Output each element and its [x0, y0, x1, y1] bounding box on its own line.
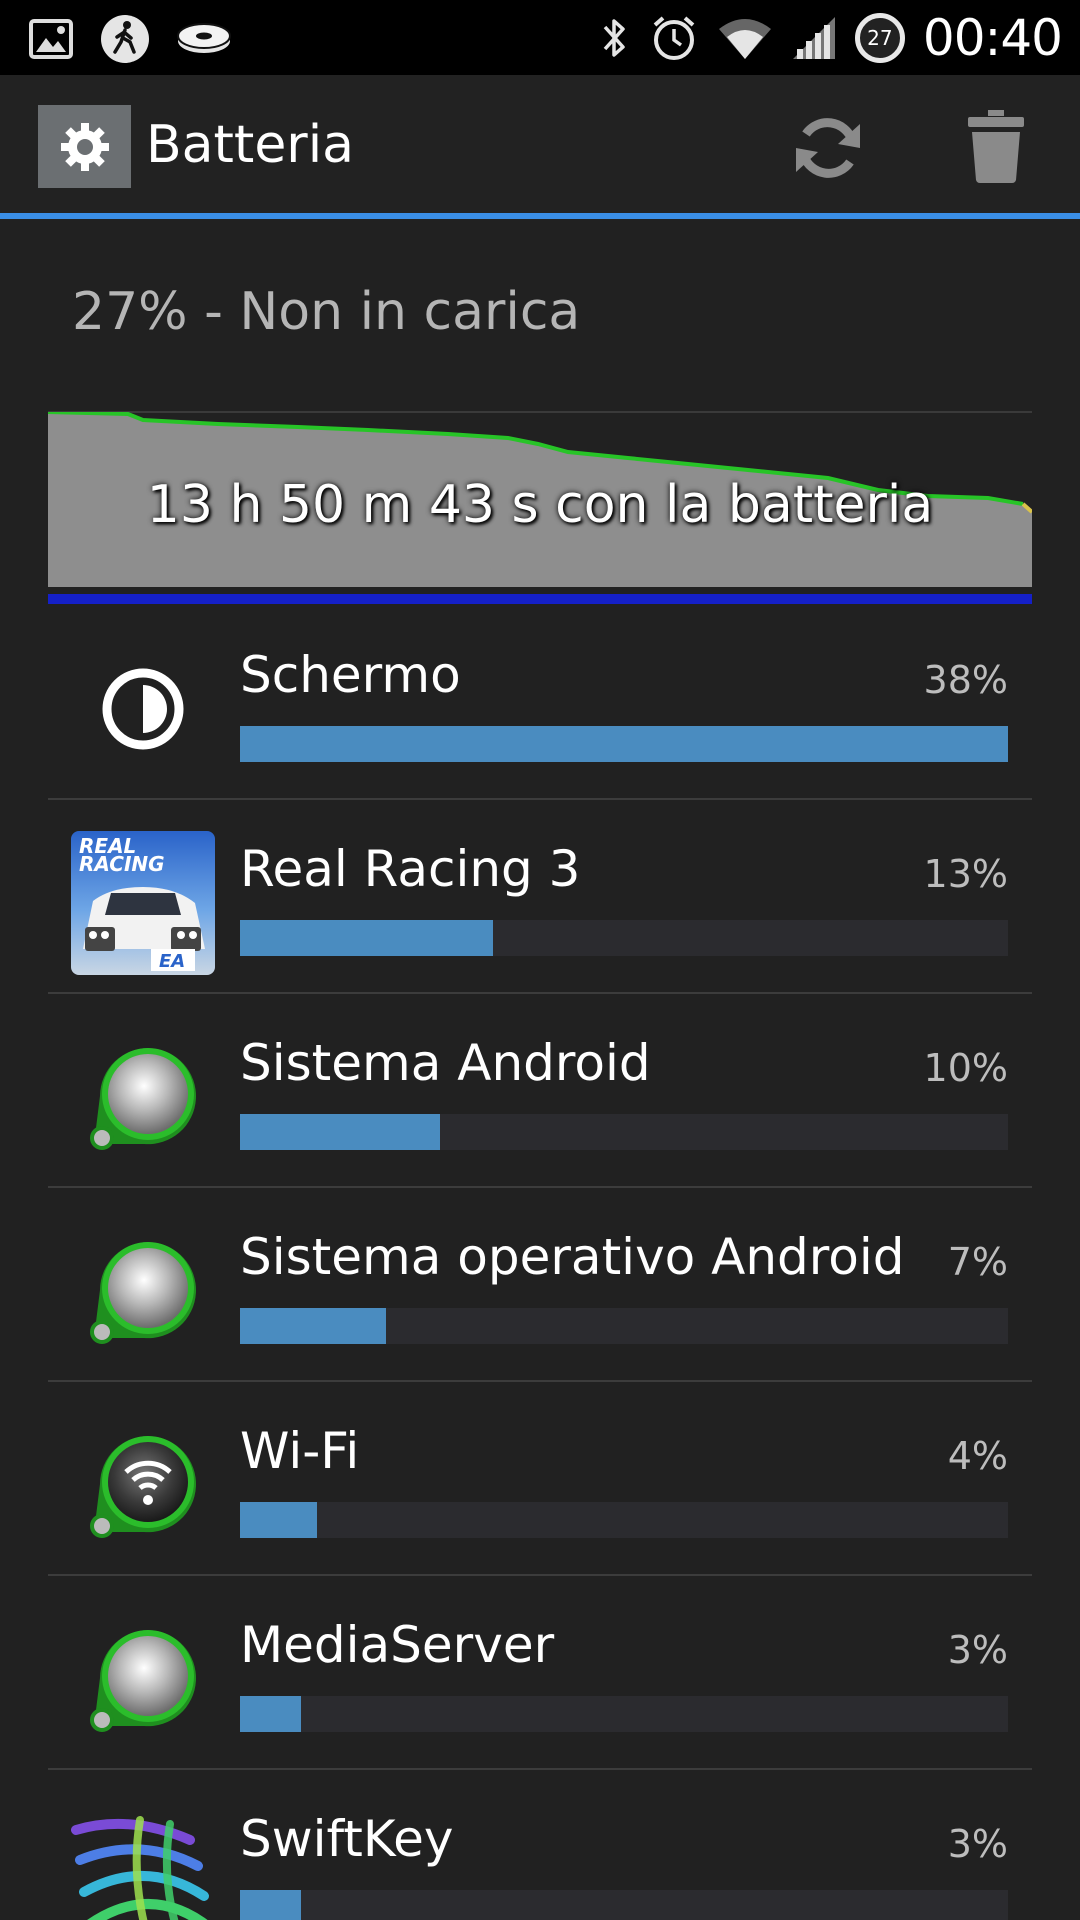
usage-list: Schermo 38% REAL RACING EA Real Racing 3…	[48, 606, 1032, 1920]
action-bar-divider	[0, 213, 1080, 219]
usage-bar-fill	[240, 1502, 317, 1538]
usage-bar-track	[240, 1114, 1008, 1150]
usage-bar-fill	[240, 1114, 440, 1150]
list-item-name: Real Racing 3	[240, 840, 581, 898]
alarm-icon	[653, 16, 695, 60]
battery-circle-icon: 27	[854, 13, 905, 63]
list-item-percent: 3%	[947, 1628, 1008, 1672]
list-item-name: Sistema Android	[240, 1034, 651, 1092]
graph-baseline	[48, 594, 1032, 604]
refresh-icon[interactable]	[790, 110, 866, 186]
usage-bar-fill	[240, 1308, 386, 1344]
list-item-percent: 7%	[947, 1240, 1008, 1284]
list-item-name: Sistema operativo Android	[240, 1228, 905, 1286]
action-bar: Batteria	[0, 75, 1080, 219]
trash-icon[interactable]	[964, 108, 1028, 184]
list-item-percent: 13%	[923, 852, 1008, 896]
list-item-percent: 4%	[947, 1434, 1008, 1478]
graph-duration-label: 13 h 50 m 43 s con la batteria	[146, 475, 934, 535]
ea-badge: EA	[159, 951, 185, 972]
list-item-percent: 38%	[923, 658, 1008, 702]
usage-bar-fill	[240, 726, 1008, 762]
list-item[interactable]: Sistema operativo Android 7%	[48, 1188, 1032, 1382]
list-item[interactable]: MediaServer 3%	[48, 1576, 1032, 1770]
battery-summary: 27% - Non in carica	[72, 282, 581, 342]
real-racing-app-icon: REAL RACING EA	[70, 830, 216, 976]
list-item[interactable]: REAL RACING EA Real Racing 3 13%	[48, 800, 1032, 994]
usage-bar-fill	[240, 1890, 302, 1920]
status-bar-notifications	[28, 14, 232, 64]
disc-icon	[177, 23, 231, 53]
bluetooth-icon	[603, 19, 625, 57]
list-item[interactable]: Sistema Android 10%	[48, 994, 1032, 1188]
usage-bar-track	[240, 726, 1008, 762]
walk-icon	[101, 15, 149, 63]
gallery-icon	[29, 19, 73, 59]
list-item[interactable]: Wi-Fi 4%	[48, 1382, 1032, 1576]
list-item-percent: 3%	[947, 1822, 1008, 1866]
list-item[interactable]: Schermo 38%	[48, 606, 1032, 800]
android-system-icon	[70, 1024, 216, 1170]
page-title: Batteria	[146, 115, 354, 175]
list-item-name: SwiftKey	[240, 1810, 454, 1868]
real-racing-logo-line2: RACING	[79, 852, 165, 876]
usage-bar-fill	[240, 920, 494, 956]
status-bar-system: 27 00:40	[599, 8, 1063, 68]
wifi-app-icon	[70, 1412, 216, 1558]
status-time: 00:40	[922, 9, 1063, 67]
mediaserver-icon	[70, 1606, 216, 1752]
list-item-percent: 10%	[923, 1046, 1008, 1090]
usage-bar-track	[240, 920, 1008, 956]
usage-bar-fill	[240, 1696, 302, 1732]
android-os-icon	[70, 1218, 216, 1364]
usage-bar-track	[240, 1890, 1008, 1920]
usage-bar-track	[240, 1502, 1008, 1538]
usage-bar-track	[240, 1308, 1008, 1344]
wifi-icon	[718, 19, 771, 59]
list-item-name: MediaServer	[240, 1616, 555, 1674]
usage-bar-track	[240, 1696, 1008, 1732]
signal-icon	[792, 17, 835, 59]
swiftkey-icon	[70, 1800, 216, 1920]
settings-logo-icon[interactable]	[38, 105, 131, 188]
list-item-name: Wi-Fi	[240, 1422, 360, 1480]
status-bar: 27 00:40	[0, 0, 1080, 75]
screen-brightness-icon	[70, 636, 216, 782]
list-item-name: Schermo	[240, 646, 461, 704]
list-item[interactable]: SwiftKey 3%	[48, 1770, 1032, 1920]
